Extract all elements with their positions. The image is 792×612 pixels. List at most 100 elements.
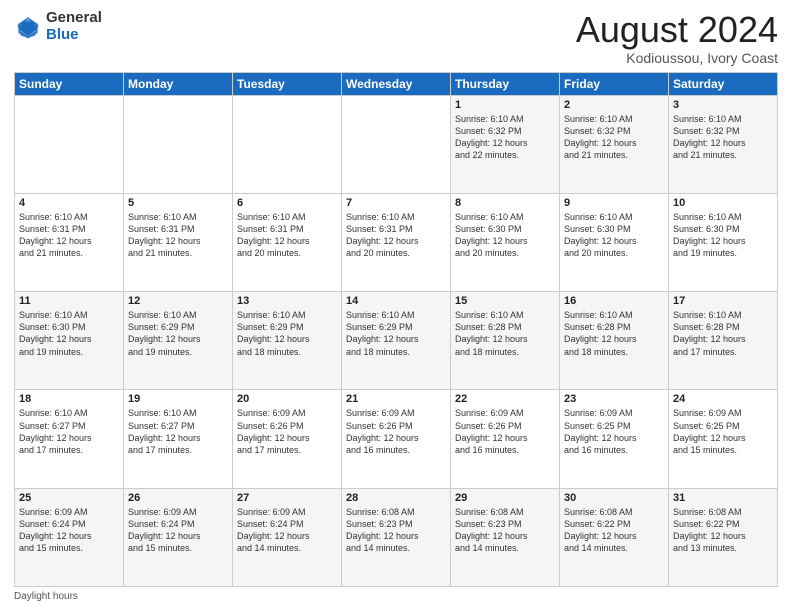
day-number: 30	[564, 492, 664, 504]
table-row: 4Sunrise: 6:10 AMSunset: 6:31 PMDaylight…	[15, 193, 124, 291]
col-saturday: Saturday	[669, 72, 778, 95]
table-row: 9 Sunrise: 6:10 AMSunset: 6:30 PMDaylight…	[560, 193, 669, 291]
day-number: 8	[455, 197, 555, 209]
calendar-week-1: 1 Sunrise: 6:10 AMSunset: 6:32 PMDaylight…	[15, 95, 778, 193]
day-number: 10	[673, 197, 773, 209]
logo-blue-text: Blue	[46, 27, 102, 44]
day-number: 9	[564, 197, 664, 209]
day-number: 12	[128, 295, 228, 307]
col-thursday: Thursday	[451, 72, 560, 95]
day-info: Sunrise: 6:09 AMSunset: 6:24 PMDaylight:…	[237, 506, 337, 555]
day-number: 1	[455, 99, 555, 111]
logo-icon	[14, 13, 42, 41]
day-info: Sunrise: 6:10 AMSunset: 6:27 PMDaylight:…	[128, 407, 228, 456]
calendar-week-3: 11Sunrise: 6:10 AMSunset: 6:30 PMDayligh…	[15, 292, 778, 390]
day-info: Sunrise: 6:10 AMSunset: 6:28 PMDaylight:…	[455, 309, 555, 358]
subtitle: Kodioussou, Ivory Coast	[576, 50, 778, 66]
day-info: Sunrise: 6:10 AMSunset: 6:30 PMDaylight:…	[673, 211, 773, 260]
logo: General Blue	[14, 10, 102, 43]
logo-general-text: General	[46, 10, 102, 27]
day-info: Sunrise: 6:10 AMSunset: 6:28 PMDaylight:…	[564, 309, 664, 358]
day-info: Sunrise: 6:09 AMSunset: 6:26 PMDaylight:…	[346, 407, 446, 456]
title-block: August 2024 Kodioussou, Ivory Coast	[576, 10, 778, 66]
day-number: 13	[237, 295, 337, 307]
table-row	[342, 95, 451, 193]
table-row: 11Sunrise: 6:10 AMSunset: 6:30 PMDayligh…	[15, 292, 124, 390]
main-title: August 2024	[576, 10, 778, 50]
col-monday: Monday	[124, 72, 233, 95]
calendar-week-2: 4 Sunrise: 6:10 AMSunset: 6:31 PMDaylight…	[15, 193, 778, 291]
day-number: 20	[237, 393, 337, 405]
footer-note: Daylight hours	[14, 591, 778, 602]
day-info: Sunrise: 6:08 AMSunset: 6:22 PMDaylight:…	[564, 506, 664, 555]
day-number: 16	[564, 295, 664, 307]
day-info: Sunrise: 6:09 AMSunset: 6:26 PMDaylight:…	[455, 407, 555, 456]
col-friday: Friday	[560, 72, 669, 95]
table-row: 21Sunrise: 6:09 AMSunset: 6:26 PMDayligh…	[342, 390, 451, 488]
table-row: 14 Sunrise: 6:10 AMSunset: 6:29 PMDayligh…	[342, 292, 451, 390]
day-info: Sunrise: 6:10 AMSunset: 6:32 PMDaylight:…	[673, 113, 773, 162]
table-row: 31Sunrise: 6:08 AMSunset: 6:22 PMDayligh…	[669, 488, 778, 586]
calendar-week-5: 25 Sunrise: 6:09 AMSunset: 6:24 PMDayligh…	[15, 488, 778, 586]
day-info: Sunrise: 6:10 AMSunset: 6:27 PMDaylight:…	[19, 407, 119, 456]
table-row: 25 Sunrise: 6:09 AMSunset: 6:24 PMDayligh…	[15, 488, 124, 586]
day-number: 14	[346, 295, 446, 307]
day-number: 5	[128, 197, 228, 209]
logo-text: General Blue	[46, 10, 102, 43]
day-info: Sunrise: 6:10 AMSunset: 6:29 PMDaylight:…	[237, 309, 337, 358]
day-number: 22	[455, 393, 555, 405]
day-number: 15	[455, 295, 555, 307]
day-info: Sunrise: 6:09 AMSunset: 6:24 PMDaylight:…	[128, 506, 228, 555]
col-tuesday: Tuesday	[233, 72, 342, 95]
day-info: Sunrise: 6:10 AMSunset: 6:29 PMDaylight:…	[128, 309, 228, 358]
table-row: 19 Sunrise: 6:10 AMSunset: 6:27 PMDayligh…	[124, 390, 233, 488]
day-number: 19	[128, 393, 228, 405]
day-info: Sunrise: 6:10 AMSunset: 6:31 PMDaylight:…	[346, 211, 446, 260]
day-number: 23	[564, 393, 664, 405]
day-info: Sunrise: 6:09 AMSunset: 6:25 PMDaylight:…	[673, 407, 773, 456]
day-info: Sunrise: 6:10 AMSunset: 6:31 PMDaylight:…	[237, 211, 337, 260]
day-number: 18	[19, 393, 119, 405]
table-row: 29Sunrise: 6:08 AMSunset: 6:23 PMDayligh…	[451, 488, 560, 586]
table-row: 24 Sunrise: 6:09 AMSunset: 6:25 PMDayligh…	[669, 390, 778, 488]
col-wednesday: Wednesday	[342, 72, 451, 95]
table-row: 8 Sunrise: 6:10 AMSunset: 6:30 PMDaylight…	[451, 193, 560, 291]
table-row: 17 Sunrise: 6:10 AMSunset: 6:28 PMDayligh…	[669, 292, 778, 390]
day-number: 24	[673, 393, 773, 405]
day-info: Sunrise: 6:09 AMSunset: 6:25 PMDaylight:…	[564, 407, 664, 456]
table-row: 26Sunrise: 6:09 AMSunset: 6:24 PMDayligh…	[124, 488, 233, 586]
page: General Blue August 2024 Kodioussou, Ivo…	[0, 0, 792, 612]
table-row: 28 Sunrise: 6:08 AMSunset: 6:23 PMDayligh…	[342, 488, 451, 586]
day-number: 6	[237, 197, 337, 209]
day-info: Sunrise: 6:10 AMSunset: 6:29 PMDaylight:…	[346, 309, 446, 358]
table-row: 13 Sunrise: 6:10 AMSunset: 6:29 PMDayligh…	[233, 292, 342, 390]
table-row: 22 Sunrise: 6:09 AMSunset: 6:26 PMDayligh…	[451, 390, 560, 488]
day-number: 11	[19, 295, 119, 307]
col-sunday: Sunday	[15, 72, 124, 95]
table-row	[15, 95, 124, 193]
day-info: Sunrise: 6:09 AMSunset: 6:26 PMDaylight:…	[237, 407, 337, 456]
day-info: Sunrise: 6:10 AMSunset: 6:30 PMDaylight:…	[455, 211, 555, 260]
daylight-hours-label: Daylight hours	[14, 591, 78, 602]
table-row: 3Sunrise: 6:10 AMSunset: 6:32 PMDaylight…	[669, 95, 778, 193]
day-number: 17	[673, 295, 773, 307]
day-number: 25	[19, 492, 119, 504]
calendar-week-4: 18 Sunrise: 6:10 AMSunset: 6:27 PMDayligh…	[15, 390, 778, 488]
table-row: 5Sunrise: 6:10 AMSunset: 6:31 PMDaylight…	[124, 193, 233, 291]
table-row	[233, 95, 342, 193]
day-info: Sunrise: 6:10 AMSunset: 6:32 PMDaylight:…	[564, 113, 664, 162]
table-row: 27Sunrise: 6:09 AMSunset: 6:24 PMDayligh…	[233, 488, 342, 586]
table-row: 12 Sunrise: 6:10 AMSunset: 6:29 PMDayligh…	[124, 292, 233, 390]
day-number: 28	[346, 492, 446, 504]
day-info: Sunrise: 6:10 AMSunset: 6:30 PMDaylight:…	[564, 211, 664, 260]
day-info: Sunrise: 6:09 AMSunset: 6:24 PMDaylight:…	[19, 506, 119, 555]
day-info: Sunrise: 6:08 AMSunset: 6:23 PMDaylight:…	[346, 506, 446, 555]
table-row: 6 Sunrise: 6:10 AMSunset: 6:31 PMDaylight…	[233, 193, 342, 291]
calendar-header-row: Sunday Monday Tuesday Wednesday Thursday…	[15, 72, 778, 95]
day-info: Sunrise: 6:10 AMSunset: 6:28 PMDaylight:…	[673, 309, 773, 358]
table-row: 10 Sunrise: 6:10 AMSunset: 6:30 PMDayligh…	[669, 193, 778, 291]
day-number: 4	[19, 197, 119, 209]
day-info: Sunrise: 6:08 AMSunset: 6:22 PMDaylight:…	[673, 506, 773, 555]
table-row	[124, 95, 233, 193]
day-number: 2	[564, 99, 664, 111]
